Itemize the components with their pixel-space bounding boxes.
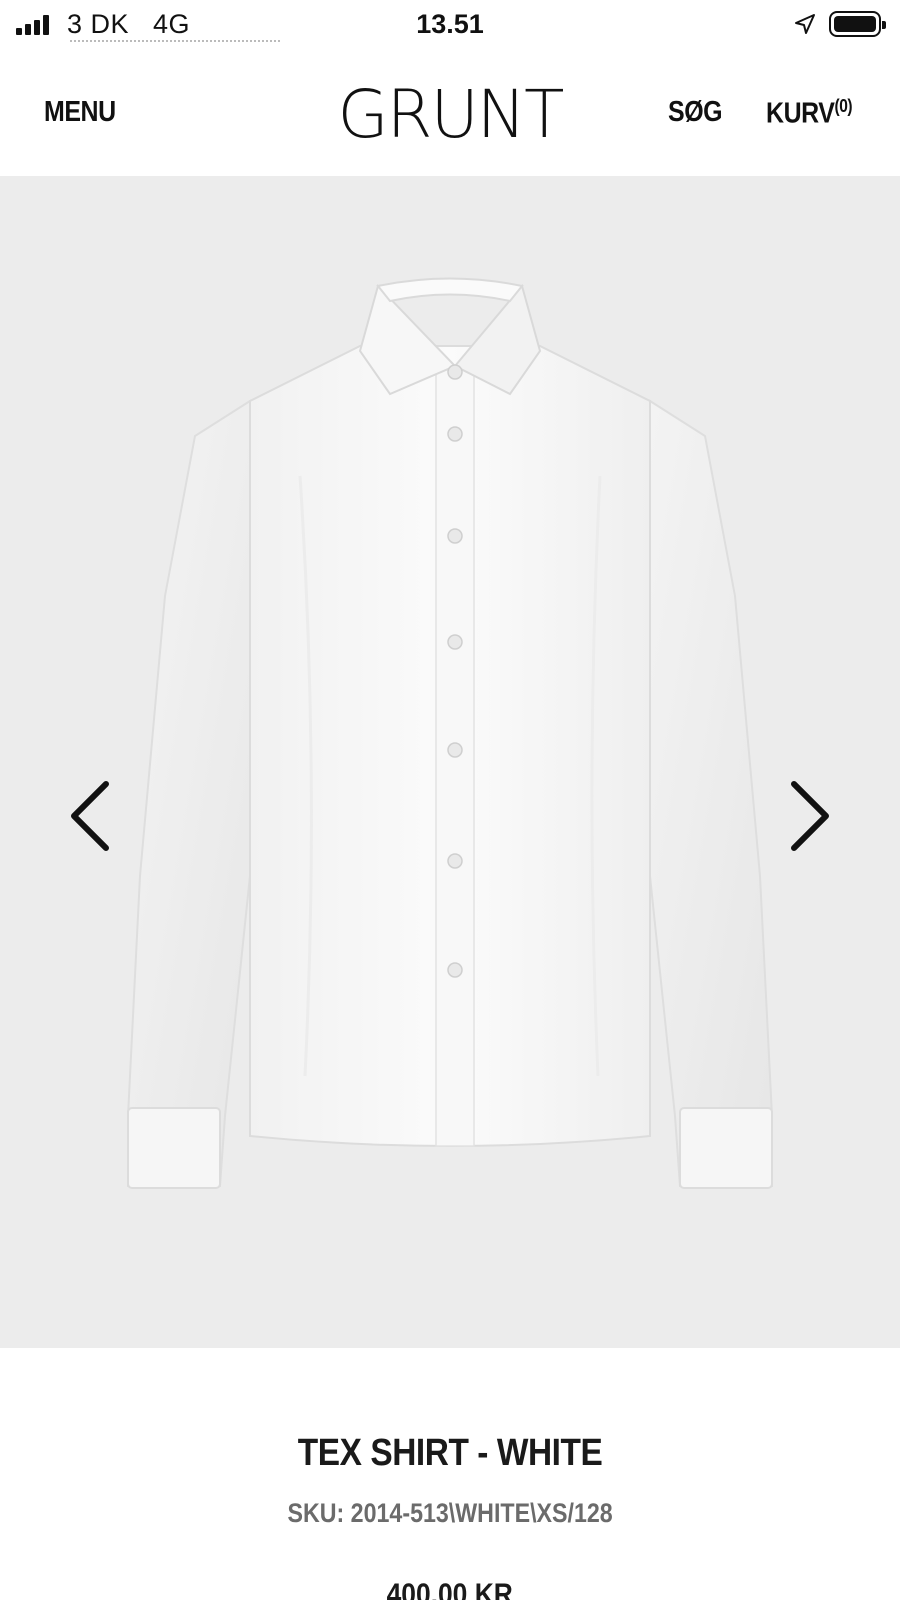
location-icon [795, 14, 815, 34]
previous-image-button[interactable] [60, 776, 120, 856]
cart-label: KURV [766, 97, 835, 130]
cart-count: (0) [834, 96, 853, 116]
next-image-button[interactable] [780, 776, 840, 856]
product-title: TEX SHIRT - WHITE [297, 1432, 603, 1474]
status-bar: 3 DK 4G 13.51 [0, 0, 900, 48]
site-header: MENU GRUNT SØG KURV(0) [0, 48, 900, 176]
battery-icon [829, 11, 886, 37]
chevron-left-icon [71, 781, 109, 851]
product-sku: SKU: 2014-513\WHITE\XS/128 [287, 1498, 613, 1528]
status-time: 13.51 [416, 9, 484, 39]
product-price: 400,00 KR [386, 1578, 514, 1600]
product-info: TEX SHIRT - WHITE SKU: 2014-513\WHITE\XS… [0, 1348, 900, 1600]
product-gallery[interactable] [0, 176, 900, 1348]
chevron-right-icon [791, 781, 829, 851]
search-button[interactable]: SØG [668, 96, 723, 129]
cart-button[interactable]: KURV(0) [766, 96, 853, 131]
product-image[interactable] [0, 176, 900, 1348]
brand-logo[interactable]: GRUNT [0, 76, 900, 153]
scrolled-text-remnant [70, 40, 280, 46]
